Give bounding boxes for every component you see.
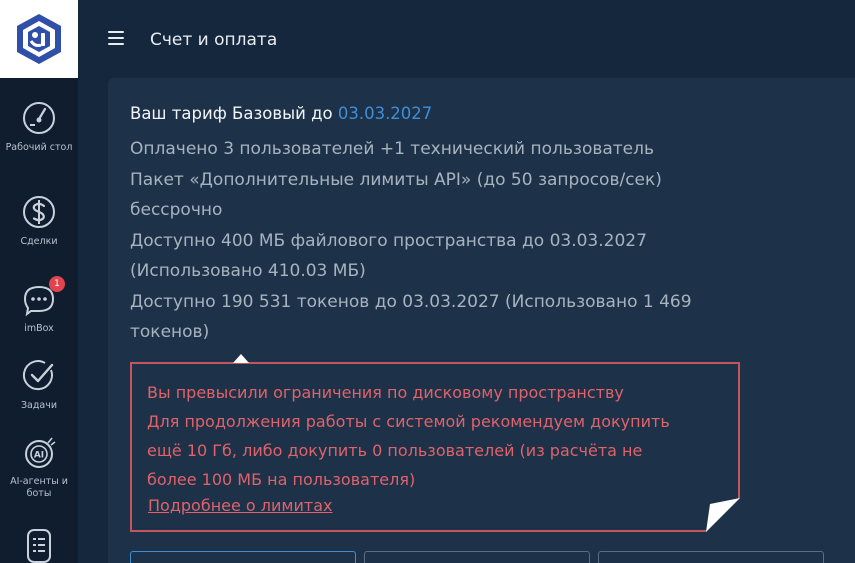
- tariff-line: Доступно 190 531 токенов до 03.03.2027 (…: [130, 291, 692, 312]
- sidebar-item-label: Сделки: [20, 236, 58, 247]
- notification-badge: 1: [49, 276, 65, 292]
- alert-line: ещё 10 Гб, либо докупить 0 пользователей…: [147, 441, 643, 460]
- alert-line: более 100 МБ на пользователя): [147, 470, 416, 489]
- tariff-line: Оплачено 3 пользователей +1 технический …: [130, 139, 655, 159]
- tariff-prefix: Ваш тариф Базовый до: [130, 104, 338, 123]
- tariff-title: Ваш тариф Базовый до 03.03.2027: [130, 102, 432, 126]
- logo[interactable]: [0, 0, 78, 78]
- action-button-secondary[interactable]: [364, 551, 590, 563]
- menu-icon[interactable]: [108, 31, 124, 47]
- page-fold-icon: [706, 498, 740, 532]
- svg-text:AI: AI: [34, 451, 44, 461]
- tariff-line: (Использовано 410.03 МБ): [130, 261, 366, 281]
- logo-icon: [17, 14, 61, 64]
- tariff-date: 03.03.2027: [337, 104, 433, 123]
- sidebar-item-label: imBox: [24, 323, 54, 334]
- check-circle-icon: [19, 356, 59, 396]
- tariff-line: Доступно 400 МБ файлового пространства д…: [130, 230, 647, 251]
- sidebar-item-label: Задачи: [20, 400, 58, 411]
- alert-line: Для продолжения работы с системой рекоме…: [147, 412, 670, 431]
- tariff-line: бессрочно: [130, 200, 223, 220]
- ai-robot-icon: AI: [19, 432, 59, 472]
- sidebar: Рабочий стол Сделки 1 imBox Задачи AI AI…: [0, 0, 78, 563]
- action-button-primary[interactable]: [130, 551, 356, 563]
- sidebar-item-imbox[interactable]: 1 imBox: [0, 276, 78, 335]
- app-window: Рабочий стол Сделки 1 imBox Задачи AI AI…: [0, 0, 855, 563]
- header: Счет и оплата: [78, 0, 855, 78]
- sidebar-item-list[interactable]: [0, 526, 78, 563]
- limits-details-link[interactable]: Подробнее о лимитах: [148, 494, 333, 518]
- list-document-icon: [19, 526, 59, 563]
- chat-bubble-icon: 1: [19, 276, 65, 319]
- sidebar-item-label: AI-агенты и боты: [10, 476, 68, 499]
- billing-card: Ваш тариф Базовый до 03.03.2027 Оплачено…: [108, 78, 855, 563]
- tariff-line: Пакет «Дополнительные лимиты API» (до 50…: [130, 169, 662, 190]
- dashboard-gauge-icon: [19, 98, 59, 138]
- tariff-details: Оплачено 3 пользователей +1 технический …: [130, 134, 820, 348]
- sidebar-item-ai-agents[interactable]: AI AI-агенты и боты: [0, 432, 78, 500]
- alert-message: Вы превысили ограничения по дисковому пр…: [147, 378, 737, 494]
- sidebar-item-tasks[interactable]: Задачи: [0, 356, 78, 412]
- alert-pointer: [233, 354, 249, 363]
- dollar-icon: [19, 192, 59, 232]
- alert-line: Вы превысили ограничения по дисковому пр…: [147, 383, 624, 402]
- sidebar-item-deals[interactable]: Сделки: [0, 192, 78, 248]
- limit-warning-alert: Вы превысили ограничения по дисковому пр…: [130, 354, 740, 532]
- sidebar-item-desktop[interactable]: Рабочий стол: [0, 98, 78, 154]
- tariff-line: токенов): [130, 322, 210, 342]
- page-title: Счет и оплата: [150, 30, 278, 50]
- sidebar-item-label: Рабочий стол: [5, 142, 73, 153]
- action-button-tertiary[interactable]: [598, 551, 824, 563]
